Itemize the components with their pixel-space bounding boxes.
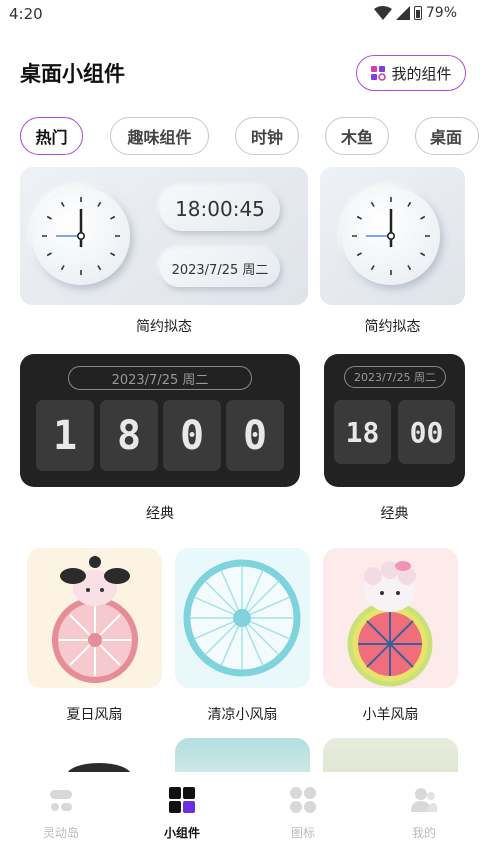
tab-hot[interactable]: 热门 bbox=[20, 117, 83, 155]
nav-profile[interactable]: 我的 bbox=[384, 786, 464, 841]
status-bar: 4:20 79% bbox=[0, 0, 485, 28]
nav-label: 灵动岛 bbox=[42, 826, 79, 840]
tab-wooden-fish[interactable]: 木鱼 bbox=[325, 117, 389, 155]
digit: 0 bbox=[163, 400, 221, 471]
digit: 8 bbox=[100, 400, 158, 471]
sheep-fan-widget[interactable] bbox=[323, 548, 458, 688]
status-time: 4:20 bbox=[9, 5, 43, 23]
island-icon bbox=[50, 790, 72, 811]
date-pill: 2023/7/25 周二 bbox=[344, 366, 446, 388]
widget-caption: 清凉小风扇 bbox=[207, 707, 278, 723]
date-pill: 2023/7/25 周二 bbox=[160, 249, 280, 287]
summer-fan-illustration bbox=[52, 556, 138, 683]
my-widgets-icon bbox=[371, 66, 387, 81]
signal-icon bbox=[395, 6, 410, 20]
classic-clock-widget-large[interactable]: 2023/7/25 周二 1 8 0 0 bbox=[20, 354, 300, 487]
widgets-icon bbox=[169, 787, 195, 813]
analog-clock bbox=[342, 187, 440, 285]
tab-desktop[interactable]: 桌面 bbox=[415, 117, 479, 155]
battery-icon bbox=[413, 6, 422, 20]
digital-time-pill: 18:00:45 bbox=[160, 187, 280, 231]
my-widgets-label: 我的组件 bbox=[391, 64, 452, 83]
page-title: 桌面小组件 bbox=[20, 62, 125, 86]
nav-widgets[interactable]: 小组件 bbox=[142, 786, 222, 841]
wifi-icon bbox=[373, 6, 392, 20]
cool-small-fan-widget[interactable] bbox=[175, 548, 310, 688]
simple-clock-widget-large[interactable]: 18:00:45 2023/7/25 周二 bbox=[20, 167, 308, 305]
nav-dynamic-island[interactable]: 灵动岛 bbox=[21, 786, 101, 841]
date-pill: 2023/7/25 周二 bbox=[68, 366, 252, 390]
nav-label: 我的 bbox=[411, 826, 436, 840]
widget-caption: 简约拟态 bbox=[136, 319, 192, 335]
classic-clock-widget-small[interactable]: 2023/7/25 周二 18 00 bbox=[324, 354, 465, 487]
digit: 1 bbox=[36, 400, 94, 471]
nav-icons[interactable]: 图标 bbox=[263, 786, 343, 841]
clock-dial bbox=[352, 197, 430, 275]
widget-caption: 经典 bbox=[380, 506, 409, 522]
nav-label: 图标 bbox=[290, 826, 315, 840]
category-tabs: 热门 趣味组件 时钟 木鱼 桌面 bbox=[20, 117, 485, 157]
digit: 00 bbox=[398, 400, 455, 464]
icons-grid-icon bbox=[290, 787, 316, 813]
sheep-fan-illustration bbox=[347, 561, 433, 687]
nav-label: 小组件 bbox=[163, 826, 200, 840]
tab-clock[interactable]: 时钟 bbox=[235, 117, 299, 155]
digit: 18 bbox=[334, 400, 391, 464]
widget-caption: 夏日风扇 bbox=[66, 707, 123, 723]
profile-icon bbox=[411, 788, 438, 812]
digit: 0 bbox=[226, 400, 284, 471]
tab-fun-widgets[interactable]: 趣味组件 bbox=[110, 117, 209, 155]
summer-fan-widget[interactable] bbox=[27, 548, 162, 688]
battery-level: 79% bbox=[425, 5, 457, 21]
widget-caption: 经典 bbox=[146, 506, 174, 522]
my-widgets-button[interactable]: 我的组件 bbox=[356, 55, 466, 91]
cool-fan-illustration bbox=[183, 559, 301, 677]
status-icons: 79% bbox=[373, 5, 457, 21]
clock-dial bbox=[42, 197, 120, 275]
bottom-navigation: 灵动岛 小组件 图标 我的 bbox=[0, 772, 485, 862]
widget-caption: 小羊风扇 bbox=[362, 707, 419, 723]
simple-clock-widget-small[interactable] bbox=[320, 167, 465, 305]
widget-caption: 简约拟态 bbox=[364, 319, 421, 335]
analog-clock bbox=[32, 187, 130, 285]
